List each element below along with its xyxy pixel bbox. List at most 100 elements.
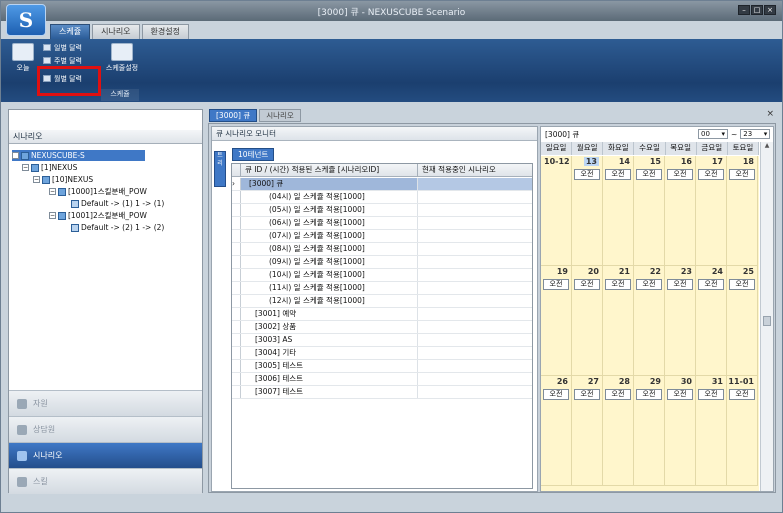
calendar-day-cell[interactable]: 13 오전 <box>572 156 603 266</box>
calendar-day-cell[interactable]: 22 오전 <box>634 266 665 376</box>
table-row[interactable]: [3003] AS <box>232 334 532 347</box>
table-row[interactable]: (10시) 일 스케쥴 적용[1000] <box>232 269 532 282</box>
app-logo[interactable]: S <box>6 4 46 36</box>
schedule-event[interactable]: 오전 <box>605 279 631 290</box>
tree-node-scenario-1000[interactable]: − [1000]1스킬분배_POW <box>49 186 147 197</box>
calendar-day-cell[interactable]: 25 오전 <box>727 266 758 376</box>
minimize-button[interactable]: – <box>738 5 750 15</box>
calendar-day-cell[interactable]: 30 오전 <box>665 376 696 486</box>
hour-to-select[interactable]: 23 ▾ <box>740 129 771 139</box>
close-tab-icon[interactable]: × <box>766 109 774 119</box>
table-row[interactable]: (07시) 일 스케쥴 적용[1000] <box>232 230 532 243</box>
hour-from-select[interactable]: 00 ▾ <box>698 129 728 139</box>
tree-node-tenant[interactable]: − [10]NEXUS <box>33 174 93 185</box>
collapse-icon[interactable]: − <box>49 188 56 195</box>
calendar-day-cell[interactable]: 26 오전 <box>541 376 572 486</box>
day-view-button[interactable]: 일별 달력 <box>43 42 103 53</box>
tree-node-root[interactable]: − NEXUSCUBE-S <box>12 150 145 161</box>
week-view-button[interactable]: 주별 달력 <box>43 55 103 66</box>
calendar-day-cell[interactable]: 21 오전 <box>603 266 634 376</box>
calendar-day-cell[interactable]: 10-12 <box>541 156 572 266</box>
table-row[interactable]: [3007] 테스트 <box>232 386 532 399</box>
schedule-event[interactable]: 오전 <box>729 279 755 290</box>
calendar-day-cell[interactable]: 17 오전 <box>696 156 727 266</box>
collapse-icon[interactable]: − <box>33 176 40 183</box>
table-row[interactable]: [3001] 예약 <box>232 308 532 321</box>
calendar-day-cell[interactable]: 28 오전 <box>603 376 634 486</box>
schedule-event[interactable]: 오전 <box>667 279 693 290</box>
schedule-event[interactable]: 오전 <box>574 169 600 180</box>
column-header-scenario[interactable]: 현재 적용중인 시나리오 <box>418 164 532 176</box>
calendar-day-cell[interactable]: 27 오전 <box>572 376 603 486</box>
calendar-day-cell[interactable]: 15 오전 <box>634 156 665 266</box>
tab-settings[interactable]: 환경설정 <box>141 24 189 39</box>
doc-tab-queue[interactable]: [3000] 큐 <box>209 109 258 122</box>
calendar-day-cell[interactable]: 24 오전 <box>696 266 727 376</box>
tenant-tab[interactable]: 10테넌트 <box>232 148 275 161</box>
schedule-event[interactable]: 오전 <box>543 389 569 400</box>
table-row[interactable]: (05시) 일 스케쥴 적용[1000] <box>232 204 532 217</box>
panel-collapse-bar[interactable] <box>9 110 202 120</box>
calendar-day-cell[interactable]: 14 오전 <box>603 156 634 266</box>
collapse-icon[interactable]: − <box>22 164 29 171</box>
calendar-scrollbar[interactable]: ▲ <box>760 142 773 491</box>
schedule-event[interactable]: 오전 <box>605 389 631 400</box>
doc-tab-scenario[interactable]: 시나리오 <box>259 109 301 122</box>
calendar-day-cell[interactable]: 29 오전 <box>634 376 665 486</box>
tab-schedule[interactable]: 스케쥴 <box>50 24 91 39</box>
calendar-day-cell[interactable]: 23 오전 <box>665 266 696 376</box>
table-row[interactable]: (04시) 일 스케쥴 적용[1000] <box>232 191 532 204</box>
table-row[interactable]: (06시) 일 스케쥴 적용[1000] <box>232 217 532 230</box>
column-header-queue[interactable]: 큐 ID / (시간) 적용된 스케쥴 [시나리오ID] <box>241 164 418 176</box>
tree-node-rule-1[interactable]: Default -> (1) 1 -> (1) <box>71 198 164 209</box>
calendar-day-cell[interactable]: 18 오전 <box>727 156 758 266</box>
collapse-icon[interactable]: − <box>12 152 19 159</box>
schedule-event[interactable]: 오전 <box>636 169 662 180</box>
tree-node-scenario-1001[interactable]: − [1001]2스킬분배_POW <box>49 210 147 221</box>
schedule-event[interactable]: 오전 <box>698 169 724 180</box>
table-row[interactable]: [3005] 테스트 <box>232 360 532 373</box>
scroll-thumb[interactable] <box>763 316 771 326</box>
schedule-event[interactable]: 오전 <box>667 169 693 180</box>
schedule-event[interactable]: 오전 <box>636 389 662 400</box>
schedule-event[interactable]: 오전 <box>729 389 755 400</box>
calendar-day-cell[interactable]: 11-01 오전 <box>727 376 758 486</box>
table-row[interactable]: (09시) 일 스케쥴 적용[1000] <box>232 256 532 269</box>
scroll-up-icon[interactable]: ▲ <box>761 142 773 152</box>
schedule-event[interactable]: 오전 <box>543 279 569 290</box>
calendar-day-cell[interactable]: 16 오전 <box>665 156 696 266</box>
table-row[interactable]: [3002] 상품 <box>232 321 532 334</box>
table-row[interactable]: (12시) 일 스케쥴 적용[1000] <box>232 295 532 308</box>
today-button[interactable]: 오늘 <box>8 43 38 73</box>
maximize-button[interactable]: □ <box>751 5 763 15</box>
table-row[interactable]: (08시) 일 스케쥴 적용[1000] <box>232 243 532 256</box>
calendar-day-cell[interactable]: 19 오전 <box>541 266 572 376</box>
schedule-event[interactable]: 오전 <box>574 389 600 400</box>
nav-skill[interactable]: 스킬 <box>9 468 202 494</box>
scenario-icon <box>17 450 27 461</box>
calendar-day-cell[interactable]: 20 오전 <box>572 266 603 376</box>
close-button[interactable]: × <box>764 5 776 15</box>
schedule-event[interactable]: 오전 <box>574 279 600 290</box>
tab-scenario[interactable]: 시나리오 <box>92 24 140 39</box>
day-number: 24 <box>711 267 723 276</box>
table-row[interactable]: [3006] 테스트 <box>232 373 532 386</box>
table-row[interactable]: › [3000] 큐 <box>232 178 532 191</box>
schedule-event[interactable]: 오전 <box>667 389 693 400</box>
nav-agent[interactable]: 상담원 <box>9 416 202 442</box>
table-row[interactable]: [3004] 기타 <box>232 347 532 360</box>
calendar-day-cell[interactable]: 31 오전 <box>696 376 727 486</box>
nav-resource[interactable]: 자원 <box>9 390 202 416</box>
collapse-icon[interactable]: − <box>49 212 56 219</box>
tree-node-nexus[interactable]: − [1]NEXUS <box>22 162 77 173</box>
schedule-settings-button[interactable]: 스케줄설정 <box>105 43 139 73</box>
tree-toggle-button[interactable]: 트리 <box>214 151 226 187</box>
schedule-event[interactable]: 오전 <box>729 169 755 180</box>
tree-node-rule-2[interactable]: Default -> (2) 1 -> (2) <box>71 222 164 233</box>
schedule-event[interactable]: 오전 <box>636 279 662 290</box>
schedule-event[interactable]: 오전 <box>605 169 631 180</box>
schedule-event[interactable]: 오전 <box>698 279 724 290</box>
schedule-event[interactable]: 오전 <box>698 389 724 400</box>
table-row[interactable]: (11시) 일 스케쥴 적용[1000] <box>232 282 532 295</box>
nav-scenario[interactable]: 시나리오 <box>9 442 202 468</box>
